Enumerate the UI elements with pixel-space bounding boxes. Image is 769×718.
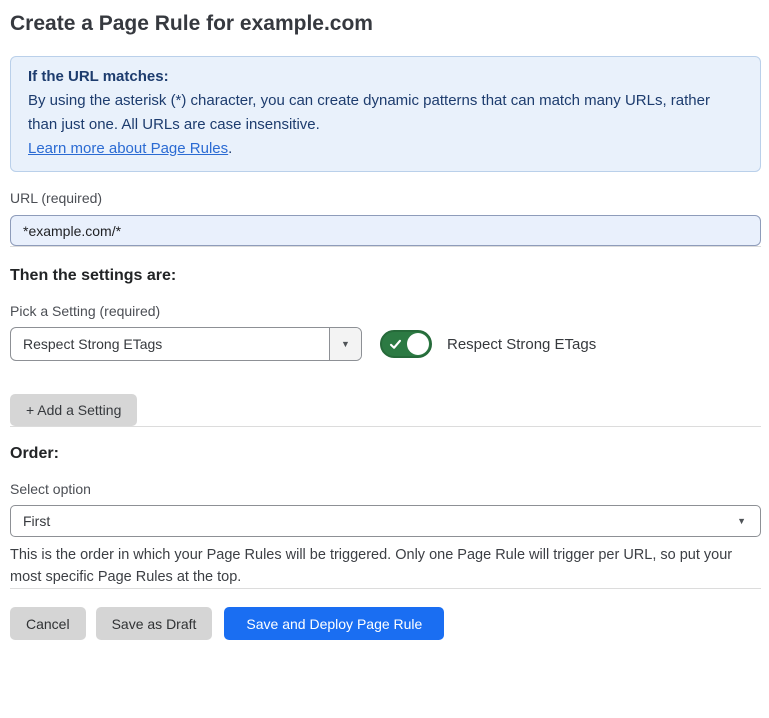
order-help-text: This is the order in which your Page Rul… [10, 544, 758, 588]
setting-row: Respect Strong ETags ▼ Respect Strong ET… [10, 327, 761, 361]
setting-dropdown-value: Respect Strong ETags [11, 328, 329, 360]
settings-heading: Then the settings are: [10, 267, 761, 285]
setting-dropdown[interactable]: Respect Strong ETags ▼ [10, 327, 362, 361]
order-select[interactable]: First ▼ [10, 505, 761, 537]
order-select-label: Select option [10, 481, 761, 497]
save-draft-button[interactable]: Save as Draft [96, 607, 213, 640]
add-setting-button[interactable]: + Add a Setting [10, 394, 137, 426]
toggle-knob [407, 333, 429, 355]
chevron-down-icon: ▼ [737, 517, 746, 526]
learn-more-link[interactable]: Learn more about Page Rules [28, 140, 228, 157]
footer-actions: Cancel Save as Draft Save and Deploy Pag… [10, 607, 761, 640]
info-box-body: By using the asterisk (*) character, you… [28, 89, 743, 137]
cancel-button[interactable]: Cancel [10, 607, 86, 640]
info-box-heading: If the URL matches: [28, 65, 743, 89]
order-select-value: First [23, 513, 50, 529]
url-match-info-box: If the URL matches: By using the asteris… [10, 56, 761, 172]
url-input[interactable] [10, 215, 761, 246]
page-title: Create a Page Rule for example.com [10, 10, 761, 37]
url-label: URL (required) [10, 190, 761, 206]
save-deploy-button[interactable]: Save and Deploy Page Rule [224, 607, 444, 640]
setting-dropdown-caret-button[interactable]: ▼ [329, 328, 361, 360]
page-rule-form: Create a Page Rule for example.com If th… [0, 0, 769, 640]
info-box-link-line: Learn more about Page Rules. [28, 137, 743, 161]
check-icon [389, 338, 402, 356]
divider [10, 246, 761, 247]
divider [10, 588, 761, 589]
chevron-down-icon: ▼ [341, 340, 350, 349]
divider [10, 426, 761, 427]
setting-toggle[interactable] [380, 330, 432, 358]
setting-toggle-label: Respect Strong ETags [447, 336, 596, 353]
order-heading: Order: [10, 445, 761, 463]
link-suffix: . [228, 140, 232, 157]
setting-picker-label: Pick a Setting (required) [10, 303, 761, 319]
